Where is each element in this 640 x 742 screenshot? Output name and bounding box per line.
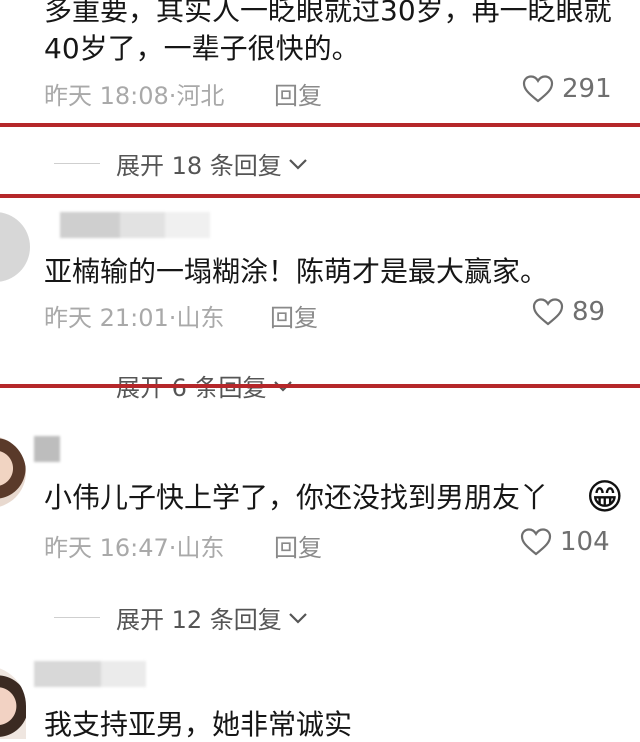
avatar[interactable] (0, 212, 30, 282)
avatar[interactable] (0, 666, 26, 739)
divider-line (54, 163, 100, 164)
comment-text: 亚楠输的一塌糊涂！陈萌才是最大赢家。 (44, 255, 549, 288)
comment-text: 我支持亚男，她非常诚实 (44, 708, 353, 741)
heart-outline-icon (522, 75, 554, 103)
highlight-line (0, 123, 640, 127)
divider-line (54, 617, 100, 618)
comment-location: 山东 (176, 304, 225, 332)
like-count: 104 (560, 527, 610, 557)
expand-replies-label: 展开 18 条回复 (116, 152, 282, 180)
reply-button[interactable]: 回复 (270, 298, 318, 333)
reply-button[interactable]: 回复 (274, 76, 322, 111)
like-button[interactable]: 89 (532, 297, 605, 327)
comment-text: 40岁了，一辈子很快的。 (44, 32, 360, 65)
avatar[interactable] (0, 436, 26, 508)
heart-outline-icon (520, 528, 552, 556)
chevron-down-icon (289, 158, 307, 170)
comment-location: 河北 (176, 82, 225, 110)
username-redacted (34, 436, 60, 462)
expand-replies-label: 展开 12 条回复 (116, 606, 282, 634)
username-redacted (34, 661, 146, 687)
expand-replies-button[interactable]: 展开 18 条回复 (54, 146, 308, 181)
comment-meta: 昨天 16:47·山东 (44, 528, 224, 563)
username-redacted (60, 212, 210, 238)
highlight-line (0, 194, 640, 198)
comment-text: 小伟儿子快上学了，你还没找到男朋友丫 (44, 481, 549, 514)
comment-time: 昨天 16:47 (44, 534, 169, 562)
comment-text: 多重要，其实人一眨眼就过30岁，再一眨眼就 (44, 0, 612, 27)
comment-time: 昨天 21:01 (44, 304, 169, 332)
comment-meta: 昨天 21:01·山东 (44, 298, 224, 333)
grinning-emoji-icon: 😁 (586, 477, 624, 518)
reply-button[interactable]: 回复 (274, 528, 322, 563)
like-button[interactable]: 104 (520, 527, 610, 557)
chevron-down-icon (289, 612, 307, 624)
like-count: 89 (572, 297, 606, 327)
comment-location: 山东 (176, 534, 225, 562)
like-count: 291 (562, 74, 612, 104)
comment-meta: 昨天 18:08·河北 (44, 76, 224, 111)
expand-replies-button[interactable]: 展开 12 条回复 (54, 600, 308, 635)
like-button[interactable]: 291 (522, 74, 612, 104)
heart-outline-icon (532, 298, 564, 326)
highlight-line (0, 384, 640, 388)
comment-time: 昨天 18:08 (44, 82, 169, 110)
